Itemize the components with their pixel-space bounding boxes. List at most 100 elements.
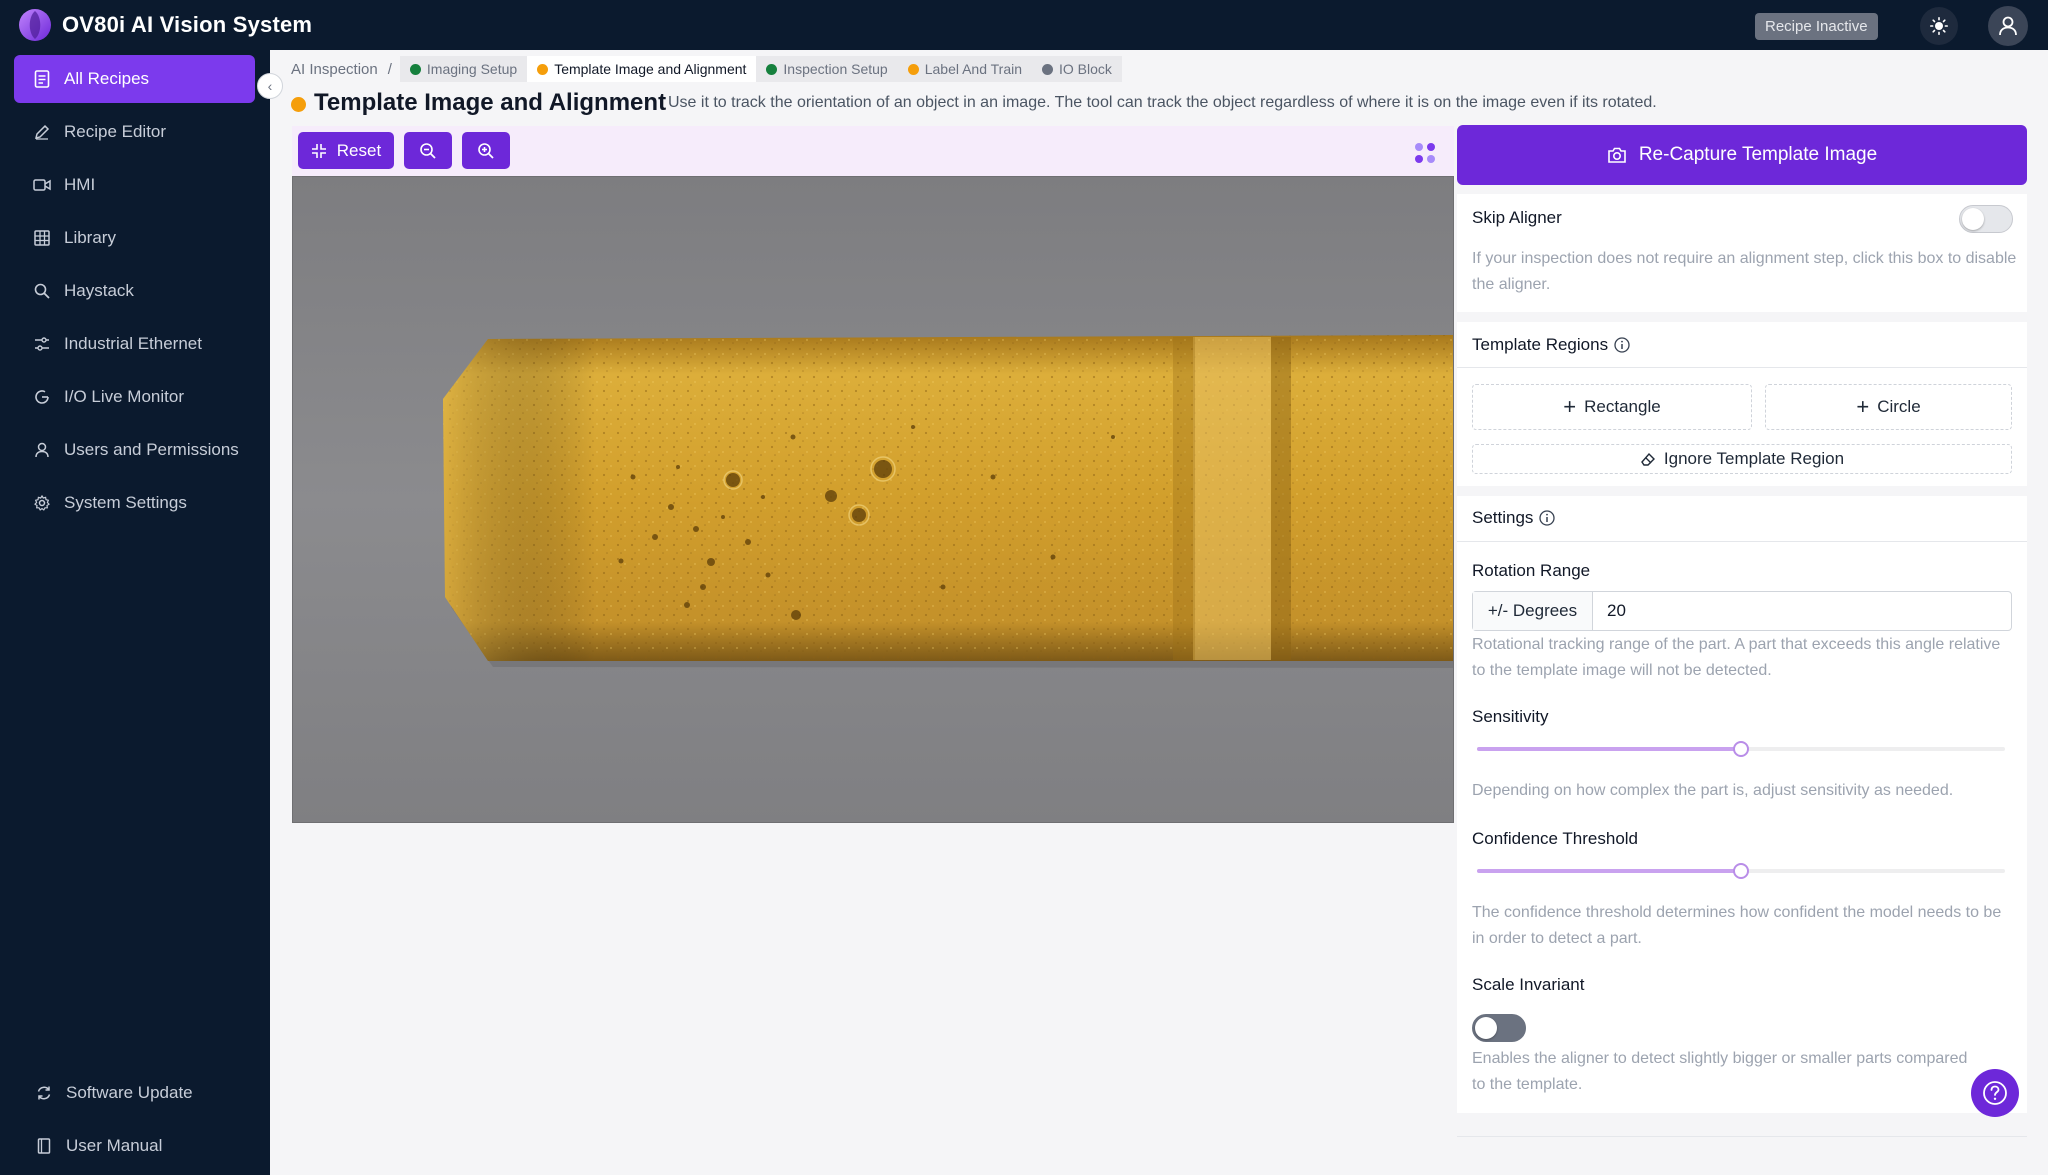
- recipe-status-badge: Recipe Inactive: [1755, 13, 1878, 40]
- help-button[interactable]: [1971, 1069, 2019, 1117]
- sidebar-item-industrial-ethernet[interactable]: Industrial Ethernet: [14, 320, 255, 368]
- sidebar-item-label: Users and Permissions: [64, 440, 239, 459]
- page-status-dot: [291, 97, 306, 112]
- status-dot: [1042, 63, 1054, 75]
- toggle-knob: [1475, 1017, 1497, 1039]
- scale-invariant-toggle[interactable]: [1472, 1014, 1526, 1042]
- network-icon: [32, 334, 52, 354]
- plus-icon: +: [1856, 394, 1870, 419]
- add-circle-button[interactable]: + Circle: [1765, 384, 2012, 430]
- sidebar-item-recipe-editor[interactable]: Recipe Editor: [14, 108, 255, 156]
- loading-dots-icon: [1415, 143, 1435, 163]
- app-title: OV80i AI Vision System: [62, 12, 313, 37]
- slider-fill: [1477, 869, 1741, 873]
- ignore-label: Ignore Template Region: [1663, 449, 1845, 468]
- sun-icon: [1930, 17, 1948, 35]
- breadcrumb: AI Inspection / Imaging Setup Template I…: [291, 56, 1122, 82]
- template-regions-card: Template Regions + Rectangle + Circle Ig…: [1457, 322, 2027, 486]
- sensitivity-slider[interactable]: [1477, 740, 2005, 758]
- step-label: Label And Train: [924, 61, 1023, 77]
- user-avatar-button[interactable]: [1988, 6, 2028, 46]
- zoom-out-button[interactable]: [404, 132, 452, 169]
- sidebar-item-haystack[interactable]: Haystack: [14, 267, 255, 315]
- slider-fill: [1477, 747, 1741, 751]
- document-icon: [32, 69, 52, 89]
- rotation-range-input-group: +/- Degrees 20: [1472, 591, 2012, 631]
- refresh-icon: [32, 387, 52, 407]
- info-icon[interactable]: [1614, 337, 1630, 353]
- zoom-in-button[interactable]: [462, 132, 510, 169]
- step-label-and-train[interactable]: Label And Train: [897, 56, 1033, 82]
- step-label: Template Image and Alignment: [554, 61, 747, 77]
- sidebar-item-label: Industrial Ethernet: [64, 334, 202, 353]
- step-imaging-setup[interactable]: Imaging Setup: [399, 56, 528, 82]
- camera-icon: [1608, 147, 1626, 163]
- sidebar-item-library[interactable]: Library: [14, 214, 255, 262]
- sidebar-item-user-manual[interactable]: User Manual: [14, 1122, 255, 1170]
- template-regions-title: Template Regions: [1472, 335, 1630, 355]
- breadcrumb-root[interactable]: AI Inspection: [291, 61, 378, 78]
- sidebar-collapse-button[interactable]: ‹: [257, 73, 283, 99]
- sidebar-item-all-recipes[interactable]: All Recipes: [14, 55, 255, 103]
- sidebar-item-label: Haystack: [64, 281, 134, 300]
- toggle-knob: [1962, 208, 1984, 230]
- book-icon: [34, 1136, 54, 1156]
- sidebar-item-users-and-permissions[interactable]: Users and Permissions: [14, 426, 255, 474]
- divider: [1457, 541, 2027, 542]
- sync-icon: [34, 1083, 54, 1103]
- recapture-label: Re-Capture Template Image: [1638, 144, 1878, 165]
- template-image-canvas[interactable]: [292, 176, 1454, 823]
- sidebar-item-label: User Manual: [66, 1136, 163, 1155]
- sidebar-item-software-update[interactable]: Software Update: [14, 1069, 255, 1117]
- rotation-range-input[interactable]: 20: [1593, 592, 2011, 630]
- circle-label: Circle: [1877, 397, 1921, 416]
- image-toolbar: Reset: [292, 126, 1454, 176]
- sidebar-item-label: I/O Live Monitor: [64, 387, 184, 406]
- app-logo-icon: [19, 9, 51, 41]
- step-template-image-and-alignment[interactable]: Template Image and Alignment: [527, 56, 757, 82]
- video-icon: [32, 175, 52, 195]
- reset-button[interactable]: Reset: [298, 132, 394, 169]
- eraser-icon: [1641, 452, 1655, 466]
- sidebar-item-label: Library: [64, 228, 116, 247]
- theme-toggle-button[interactable]: [1920, 7, 1958, 45]
- slider-thumb[interactable]: [1733, 863, 1749, 879]
- step-label: Imaging Setup: [426, 61, 518, 77]
- rectangle-label: Rectangle: [1584, 397, 1661, 416]
- rotation-range-label: Rotation Range: [1472, 561, 1591, 580]
- skip-aligner-toggle[interactable]: [1959, 205, 2013, 233]
- page-description: Use it to track the orientation of an ob…: [668, 94, 1657, 111]
- chevron-left-icon: ‹: [267, 78, 273, 94]
- step-io-block[interactable]: IO Block: [1032, 56, 1122, 82]
- top-bar: OV80i AI Vision System Recipe Inactive: [0, 0, 2048, 50]
- rotation-range-help: Rotational tracking range of the part. A…: [1472, 636, 2001, 679]
- step-inspection-setup[interactable]: Inspection Setup: [756, 56, 898, 82]
- sensitivity-label: Sensitivity: [1472, 707, 1549, 726]
- sidebar-item-io-live-monitor[interactable]: I/O Live Monitor: [14, 373, 255, 421]
- slider-thumb[interactable]: [1733, 741, 1749, 757]
- sidebar-item-system-settings[interactable]: System Settings: [14, 479, 255, 527]
- sidebar-item-label: System Settings: [64, 493, 187, 512]
- zoom-in-icon: [478, 142, 494, 159]
- sidebar-item-hmi[interactable]: HMI: [14, 161, 255, 209]
- recapture-template-image-button[interactable]: Re-Capture Template Image: [1457, 125, 2027, 185]
- info-icon[interactable]: [1539, 510, 1556, 526]
- step-label: Inspection Setup: [783, 61, 888, 77]
- user-icon: [32, 440, 52, 460]
- scale-invariant-label: Scale Invariant: [1472, 975, 1585, 994]
- reset-label: Reset: [336, 140, 382, 160]
- confidence-threshold-label: Confidence Threshold: [1472, 829, 1639, 848]
- add-rectangle-button[interactable]: + Rectangle: [1472, 384, 1752, 430]
- question-icon: [1983, 1081, 2007, 1105]
- status-dot: [537, 63, 549, 75]
- scale-invariant-help: Enables the aligner to detect slightly b…: [1472, 1050, 1968, 1093]
- degrees-addon: +/- Degrees: [1473, 592, 1593, 630]
- sidebar-item-label: Software Update: [66, 1083, 193, 1102]
- divider: [1457, 367, 2027, 368]
- settings-title: Settings: [1472, 508, 1556, 528]
- confidence-threshold-slider[interactable]: [1477, 862, 2005, 880]
- status-dot: [907, 63, 919, 75]
- ignore-template-region-button[interactable]: Ignore Template Region: [1472, 444, 2012, 474]
- skip-aligner-label: Skip Aligner: [1472, 208, 1562, 227]
- pencil-icon: [32, 122, 52, 142]
